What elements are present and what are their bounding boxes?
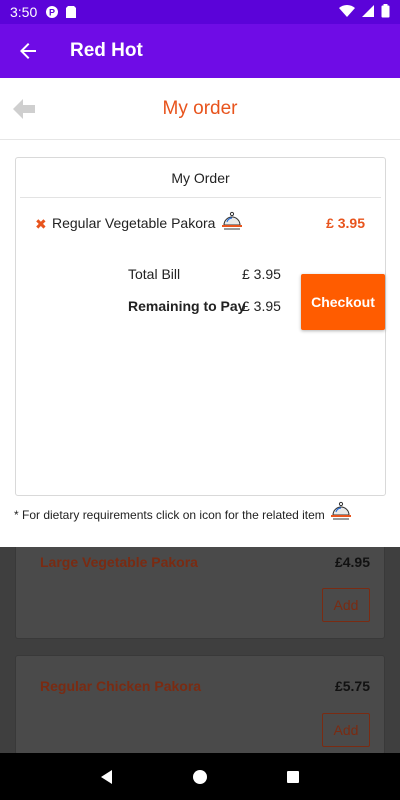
app-bar: Red Hot <box>0 24 400 78</box>
page-header: My order <box>0 78 400 140</box>
dietary-note: * For dietary requirements click on icon… <box>14 501 394 522</box>
total-bill-label: Total Bill <box>128 266 181 282</box>
order-item: ✖ Regular Vegetable Pakora £ 3.95 <box>16 210 385 236</box>
circle-home-icon <box>192 769 207 784</box>
system-nav-bar <box>0 753 400 800</box>
menu-item-name: Regular Chicken Pakora <box>40 678 202 694</box>
total-bill-row: Total Bill £ 3.95 <box>128 266 288 298</box>
status-time: 3:50 <box>10 4 38 20</box>
menu-item-price: £5.75 <box>334 678 370 694</box>
order-item-price: £ 3.95 <box>326 215 365 231</box>
remove-item-icon[interactable]: ✖ <box>35 216 47 233</box>
order-card: My Order ✖ Regular Vegetable Pakora £ 3.… <box>15 157 386 496</box>
remaining-value: £ 3.95 <box>242 298 281 314</box>
square-recents-icon <box>287 770 300 783</box>
status-bar: 3:50 P <box>0 0 400 24</box>
totals: Total Bill £ 3.95 Remaining to Pay £ 3.9… <box>128 266 288 330</box>
food-cloche-icon <box>330 500 352 522</box>
menu-item-card: Large Vegetable Pakora £4.95 Add <box>15 547 385 639</box>
menu-list-dimmed: Large Vegetable Pakora £4.95 Add Regular… <box>0 547 400 753</box>
add-button[interactable]: Add <box>322 588 370 622</box>
signal-icon <box>361 4 375 21</box>
nav-home-button[interactable] <box>185 762 215 792</box>
svg-text:P: P <box>49 8 55 18</box>
menu-item-price: £4.95 <box>334 554 370 570</box>
menu-item-name: Large Vegetable Pakora <box>40 554 198 570</box>
app-title: Red Hot <box>70 40 143 61</box>
nav-recents-button[interactable] <box>278 762 308 792</box>
notification-p-icon: P <box>45 5 59 19</box>
order-item-name: Regular Vegetable Pakora <box>52 215 216 231</box>
food-cloche-icon[interactable] <box>221 210 243 232</box>
back-arrow-button[interactable] <box>0 24 56 78</box>
menu-item-card: Regular Chicken Pakora £5.75 Add <box>15 655 385 753</box>
checkout-button[interactable]: Checkout <box>301 274 385 330</box>
dietary-note-text: * For dietary requirements click on icon… <box>14 508 325 522</box>
total-bill-value: £ 3.95 <box>242 266 281 282</box>
status-icons-right <box>339 3 390 21</box>
battery-icon <box>381 3 390 21</box>
arrow-left-icon <box>20 43 36 59</box>
page-title: My order <box>162 97 238 119</box>
nav-back-button[interactable] <box>92 762 122 792</box>
sim-card-icon <box>64 5 78 19</box>
remaining-row: Remaining to Pay £ 3.95 <box>128 298 288 330</box>
page-back-button[interactable] <box>12 98 36 120</box>
order-card-title: My Order <box>20 158 381 198</box>
triangle-back-icon <box>100 769 112 784</box>
arrow-left-bold-icon <box>13 99 35 119</box>
add-button[interactable]: Add <box>322 713 370 747</box>
wifi-icon <box>339 4 355 21</box>
remaining-label: Remaining to Pay <box>128 298 246 314</box>
